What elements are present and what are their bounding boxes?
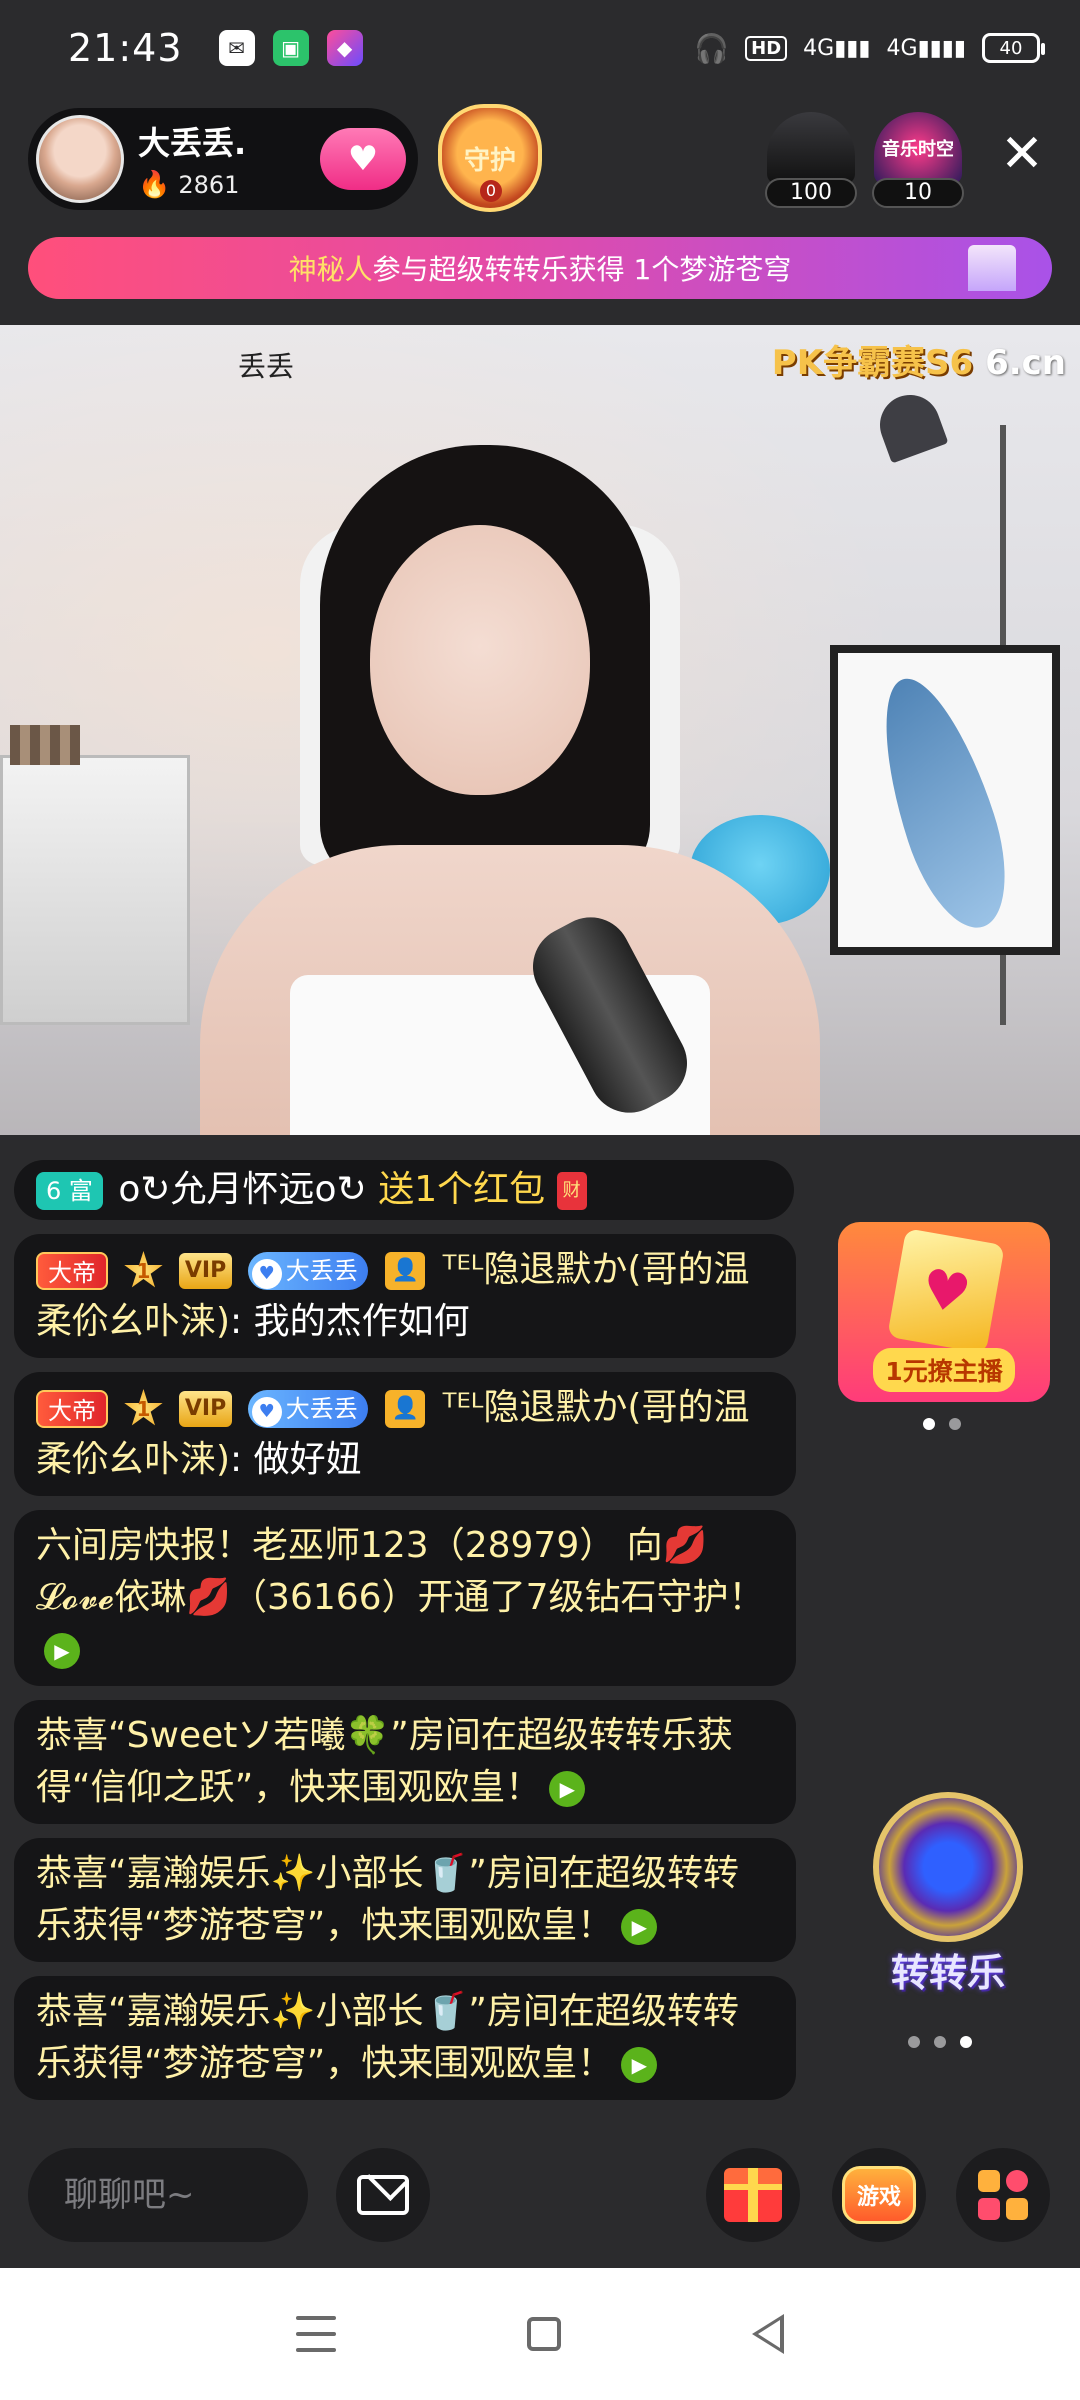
- game-button[interactable]: 游戏: [832, 2148, 926, 2242]
- wechat-icon: ✉: [218, 30, 255, 66]
- painting: [830, 645, 1060, 955]
- mail-icon: [357, 2175, 409, 2215]
- shelf: [0, 755, 190, 1025]
- system-broadcast[interactable]: 恭喜“嘉瀚娱乐✨小部长🥤”房间在超级转转乐获得“梦游苍穹”，快来围观欧皇！ ▶: [14, 1976, 796, 2100]
- gift-button[interactable]: [706, 2148, 800, 2242]
- signal-icon: 4G▮▮▮▮: [886, 35, 966, 61]
- app-icon: ▣: [272, 30, 309, 66]
- chat-user[interactable]: o↻允月怀远o↻: [118, 1169, 366, 1210]
- chat-list[interactable]: 6 富 o↻允月怀远o↻ 送1个红包 财 大帝 1 VIP ♥ 大丢丢 👤 ᵀᴱᴸ…: [14, 1160, 796, 2114]
- apps-grid-icon: [978, 2170, 1028, 2220]
- home-icon[interactable]: [526, 2317, 561, 2351]
- game-icon: 游戏: [842, 2166, 916, 2224]
- guard-badge[interactable]: 守护 0: [438, 104, 542, 212]
- gift-icon: [724, 2168, 782, 2222]
- hd-icon: HD: [745, 35, 788, 61]
- banner-text: 参与超级转转乐获得 1个梦游苍穹: [372, 253, 792, 286]
- user-icon: 👤: [385, 1252, 426, 1290]
- gift-badge-gun[interactable]: 100: [765, 112, 857, 208]
- signal-icon: 4G▮▮▮: [803, 35, 871, 61]
- rank-badge: 大帝: [36, 1252, 108, 1290]
- go-arrow-icon[interactable]: ▶: [621, 1909, 658, 1945]
- guard-label: 守护: [463, 145, 516, 176]
- headphones-icon: 🎧: [694, 31, 730, 65]
- host-avatar[interactable]: [36, 115, 124, 203]
- go-arrow-icon[interactable]: ▶: [621, 2047, 658, 2083]
- lucky-wheel-entry[interactable]: 转转乐: [858, 1782, 1038, 2002]
- anchor-label: 丢丢: [238, 350, 295, 383]
- wheel-label: 转转乐: [890, 1951, 1005, 1995]
- streamer-face: [370, 525, 590, 795]
- rank-badge: 大帝: [36, 1390, 108, 1428]
- chat-input[interactable]: 聊聊吧~: [28, 2148, 308, 2242]
- follow-heart-button[interactable]: ♥: [320, 128, 406, 190]
- system-broadcast[interactable]: 六间房快报！老巫师123（28979） 向💋𝓛𝓸𝓿𝓮依琳💋（36166）开通了7…: [14, 1510, 796, 1686]
- menu-icon[interactable]: [295, 2316, 336, 2352]
- host-info-card[interactable]: 大丢丢. 🔥 2861 ♥: [28, 108, 418, 210]
- chat-message[interactable]: 大帝 1 VIP ♥ 大丢丢 👤 ᵀᴱᴸ隐退默か(哥的温柔伱幺卟涞): 做好妞: [14, 1372, 796, 1496]
- battery-icon: 40: [982, 33, 1045, 63]
- more-button[interactable]: [956, 2148, 1050, 2242]
- promo-card[interactable]: ♥ 1元撩主播: [838, 1222, 1050, 1402]
- live-video[interactable]: 丢丢 PK争霸赛S6 6.cn: [0, 325, 1080, 1135]
- music-badge-icon: 音乐时空: [874, 112, 962, 184]
- red-envelope-icon: 财: [556, 1172, 587, 1210]
- go-arrow-icon[interactable]: ▶: [44, 1633, 80, 1669]
- fan-club-badge: ♥ 大丢丢: [247, 1252, 368, 1290]
- host-name: 大丢丢.: [138, 124, 247, 162]
- status-time: 21:43: [68, 26, 183, 70]
- fire-icon: 🔥: [138, 170, 171, 200]
- go-arrow-icon[interactable]: ▶: [549, 1771, 586, 1807]
- watermark: PK争霸赛S6 6.cn: [771, 343, 1066, 383]
- star-level-icon: 1: [124, 1389, 163, 1426]
- status-bar: 21:43 ✉ ▣ ◆ 🎧 HD 4G▮▮▮ 4G▮▮▮▮ 40: [0, 0, 1080, 96]
- announcement-banner[interactable]: 神秘人 参与超级转转乐获得 1个梦游苍穹: [28, 237, 1052, 299]
- chat-content: 送1个红包: [378, 1169, 546, 1210]
- promo-pager: [923, 1418, 961, 1430]
- vip-badge: VIP: [178, 1391, 233, 1427]
- badge-count: 10: [872, 178, 964, 208]
- star-level-icon: 1: [124, 1251, 163, 1288]
- gift-badge-music[interactable]: 音乐时空 10: [872, 112, 964, 208]
- system-broadcast[interactable]: 恭喜“嘉瀚娱乐✨小部长🥤”房间在超级转转乐获得“梦游苍穹”，快来围观欧皇！ ▶: [14, 1838, 796, 1962]
- chat-message[interactable]: 6 富 o↻允月怀远o↻ 送1个红包 财: [14, 1160, 794, 1220]
- wheel-icon: [873, 1792, 1023, 1942]
- system-broadcast[interactable]: 恭喜“Sweetソ若曦🍀”房间在超级转转乐获得“信仰之跃”，快来围观欧皇！ ▶: [14, 1700, 796, 1824]
- host-heat-count: 2861: [178, 171, 240, 199]
- wheel-pager: [908, 2036, 972, 2048]
- message-button[interactable]: [336, 2148, 430, 2242]
- banner-highlight: 神秘人: [288, 253, 373, 286]
- castle-icon: [968, 245, 1016, 291]
- heart-card-icon: ♥: [887, 1228, 1005, 1354]
- vip-badge: VIP: [178, 1253, 233, 1289]
- badge-count: 100: [765, 178, 857, 208]
- back-icon[interactable]: [752, 2314, 785, 2354]
- chat-message[interactable]: 大帝 1 VIP ♥ 大丢丢 👤 ᵀᴱᴸ隐退默か(哥的温柔伱幺卟涞): 我的杰作如…: [14, 1234, 796, 1358]
- books: [10, 725, 80, 765]
- app-icon: ◆: [326, 30, 363, 66]
- user-icon: 👤: [385, 1390, 426, 1428]
- chat-content: : 我的杰作如何: [230, 1301, 470, 1342]
- guard-count: 0: [480, 180, 502, 202]
- wealth-level-badge: 6 富: [36, 1172, 103, 1210]
- gun-icon: [767, 112, 855, 184]
- system-nav-bar: [0, 2268, 1080, 2400]
- promo-label: 1元撩主播: [873, 1348, 1015, 1392]
- chat-content: : 做好妞: [230, 1439, 362, 1480]
- close-icon[interactable]: ✕: [998, 128, 1046, 180]
- fan-club-badge: ♥ 大丢丢: [247, 1390, 368, 1428]
